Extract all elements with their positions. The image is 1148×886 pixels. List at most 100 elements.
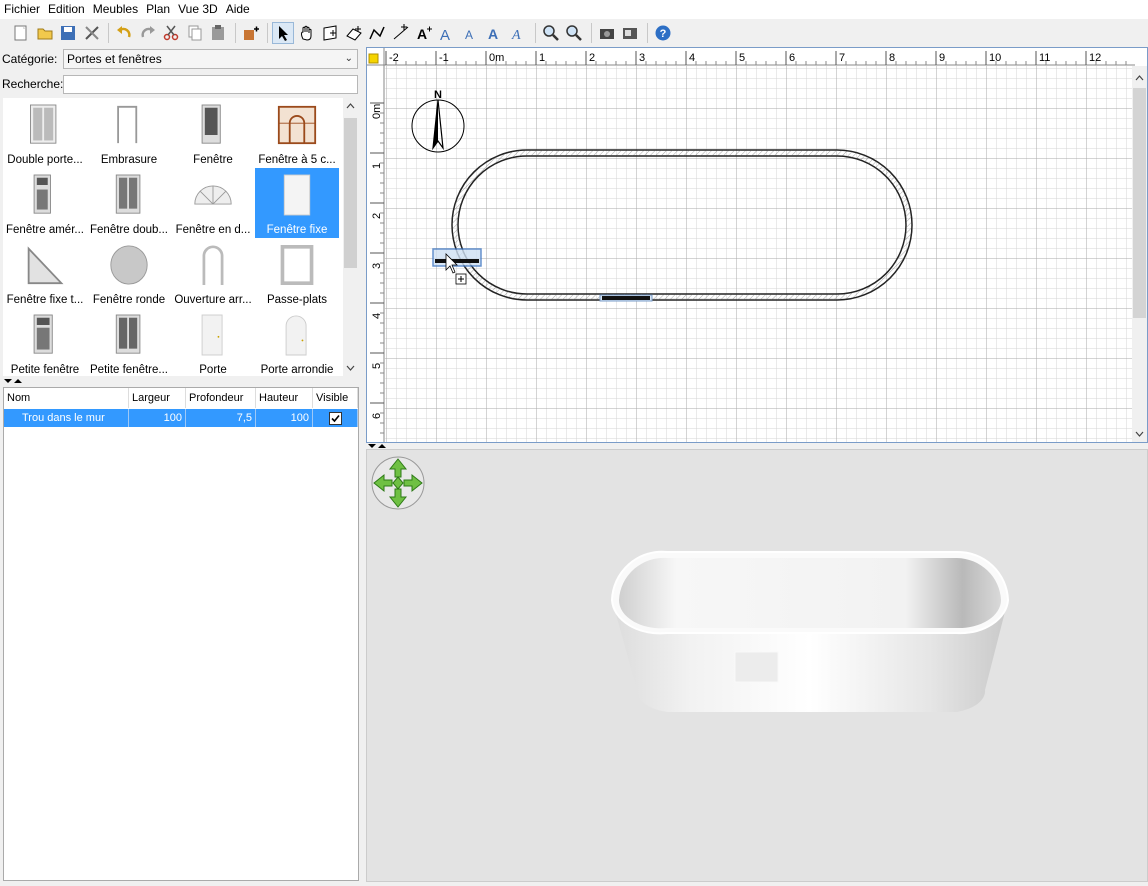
- create-dimensions-button[interactable]: [390, 22, 412, 44]
- open-button[interactable]: [34, 22, 56, 44]
- catalog-item-label: Fenêtre à 5 c...: [258, 154, 336, 166]
- catalog-item-thumbnail-icon: [283, 174, 311, 216]
- italic-text-button[interactable]: A: [507, 22, 529, 44]
- catalog-item[interactable]: Petite fenêtre: [3, 308, 87, 376]
- catalog-item[interactable]: Fenêtre amér...: [3, 168, 87, 238]
- svg-text:A: A: [465, 28, 473, 42]
- new-home-icon: [14, 25, 27, 41]
- wall-opening[interactable]: [599, 294, 653, 302]
- menu-edition[interactable]: Edition: [44, 0, 89, 19]
- plan-view[interactable]: -2 -1 0m 1 2 3 4 5 6 7 8 9 10 11 12 0m 1 2 3 4 5 6 N: [366, 47, 1148, 443]
- navigation-arrows-icon[interactable]: [371, 456, 425, 510]
- left-pane: Catégorie: Portes et fenêtres ⌄ Recherch…: [0, 47, 362, 884]
- table-row[interactable]: Trou dans le mur 100 7,5 100: [4, 409, 358, 427]
- create-walls-button[interactable]: [319, 22, 341, 44]
- select-mode-button[interactable]: [272, 22, 294, 44]
- category-select[interactable]: Portes et fenêtres ⌄: [63, 49, 358, 69]
- zoom-out-button[interactable]: [563, 22, 585, 44]
- ruler-y-label: 1: [371, 163, 383, 169]
- row-visible-checkbox[interactable]: [313, 409, 358, 427]
- undo-button[interactable]: [113, 22, 135, 44]
- catalog-item[interactable]: Fenêtre: [171, 98, 255, 168]
- catalog-item[interactable]: Passe-plats: [255, 238, 339, 308]
- preferences-button[interactable]: [81, 22, 103, 44]
- catalog-item[interactable]: Fenêtre ronde: [87, 238, 171, 308]
- catalog-item-thumbnail-icon: [110, 245, 148, 285]
- menu-aide[interactable]: Aide: [222, 0, 254, 19]
- redo-button[interactable]: [137, 22, 159, 44]
- create-photo-icon: [599, 29, 614, 39]
- create-rooms-icon: [345, 26, 362, 41]
- catalog-item[interactable]: Fenêtre en d...: [171, 168, 255, 238]
- help-button[interactable]: ?: [652, 22, 674, 44]
- create-photo-button[interactable]: [596, 22, 618, 44]
- increase-text-size-button[interactable]: A: [437, 22, 459, 44]
- search-input[interactable]: [63, 75, 358, 94]
- catalog-scroll-thumb[interactable]: [344, 118, 357, 268]
- zoom-in-button[interactable]: [540, 22, 562, 44]
- menu-meubles[interactable]: Meubles: [89, 0, 142, 19]
- ruler-x-label: 10: [989, 52, 1001, 64]
- category-value: Portes et fenêtres: [67, 52, 162, 66]
- catalog-item[interactable]: Embrasure: [87, 98, 171, 168]
- create-rooms-button[interactable]: [343, 22, 365, 44]
- catalog-item-thumbnail-icon: [115, 314, 141, 354]
- catalog-item[interactable]: Fenêtre fixe t...: [3, 238, 87, 308]
- paste-button[interactable]: [207, 22, 229, 44]
- copy-button[interactable]: [184, 22, 206, 44]
- col-width[interactable]: Largeur: [129, 388, 186, 408]
- catalog-item-label: Ouverture arr...: [174, 294, 252, 306]
- checkbox-checked-icon: [328, 411, 342, 425]
- decrease-text-size-icon: A: [465, 28, 473, 42]
- catalog-splitter[interactable]: [0, 378, 362, 384]
- col-depth[interactable]: Profondeur: [186, 388, 256, 408]
- catalog-item[interactable]: Ouverture arr...: [171, 238, 255, 308]
- ruler-x-label: 7: [839, 52, 845, 64]
- catalog-item[interactable]: Porte arrondie: [255, 308, 339, 376]
- create-video-button[interactable]: [619, 22, 641, 44]
- catalog-item[interactable]: Fenêtre fixe: [255, 168, 339, 238]
- menu-plan[interactable]: Plan: [142, 0, 174, 19]
- decrease-text-size-button[interactable]: A: [460, 22, 482, 44]
- svg-text:A: A: [417, 26, 427, 42]
- catalog-scrollbar[interactable]: [343, 98, 358, 376]
- menu-vue-3d[interactable]: Vue 3D: [174, 0, 222, 19]
- catalog-item-label: Fenêtre: [193, 154, 233, 166]
- category-row: Catégorie:: [2, 49, 62, 69]
- copy-icon: [188, 25, 201, 41]
- menu-fichier[interactable]: Fichier: [0, 0, 44, 19]
- ruler-x-label: 4: [689, 52, 695, 64]
- catalog-item-label: Fenêtre amér...: [6, 224, 84, 236]
- view-3d-canvas[interactable]: [367, 450, 1148, 883]
- catalog-item[interactable]: Fenêtre doub...: [87, 168, 171, 238]
- toolbar-separator: [267, 23, 268, 43]
- new-home-button[interactable]: [10, 22, 32, 44]
- col-visible[interactable]: Visible: [313, 388, 358, 408]
- ruler-x-label: 8: [889, 52, 895, 64]
- save-button[interactable]: [57, 22, 79, 44]
- increase-text-size-icon: A: [440, 27, 450, 42]
- open-icon: [37, 28, 52, 40]
- bold-text-button[interactable]: A: [484, 22, 506, 44]
- catalog-item-thumbnail-icon: [33, 174, 51, 214]
- toolbar-separator: [646, 23, 648, 43]
- col-height[interactable]: Hauteur: [256, 388, 313, 408]
- catalog-item[interactable]: Fenêtre à 5 c...: [255, 98, 339, 168]
- dragged-opening[interactable]: [432, 248, 482, 267]
- ruler-y-label: 6: [371, 413, 383, 419]
- bold-text-icon: A: [488, 26, 498, 42]
- view-3d[interactable]: [366, 449, 1148, 882]
- cut-button[interactable]: [160, 22, 182, 44]
- create-polylines-button[interactable]: [366, 22, 388, 44]
- catalog-item[interactable]: Double porte...: [3, 98, 87, 168]
- svg-text:A: A: [488, 26, 498, 42]
- catalog-item[interactable]: Porte: [171, 308, 255, 376]
- pan-mode-button[interactable]: [296, 22, 318, 44]
- add-text-button[interactable]: A: [413, 22, 435, 44]
- catalog-item-label: Fenêtre ronde: [92, 294, 166, 306]
- col-name[interactable]: Nom: [4, 388, 129, 408]
- category-label: Catégorie:: [2, 52, 58, 66]
- plan-canvas[interactable]: -2 -1 0m 1 2 3 4 5 6 7 8 9 10 11 12 0m123456 N: [367, 48, 1148, 443]
- add-furniture-button[interactable]: [240, 22, 262, 44]
- catalog-item[interactable]: Petite fenêtre...: [87, 308, 171, 376]
